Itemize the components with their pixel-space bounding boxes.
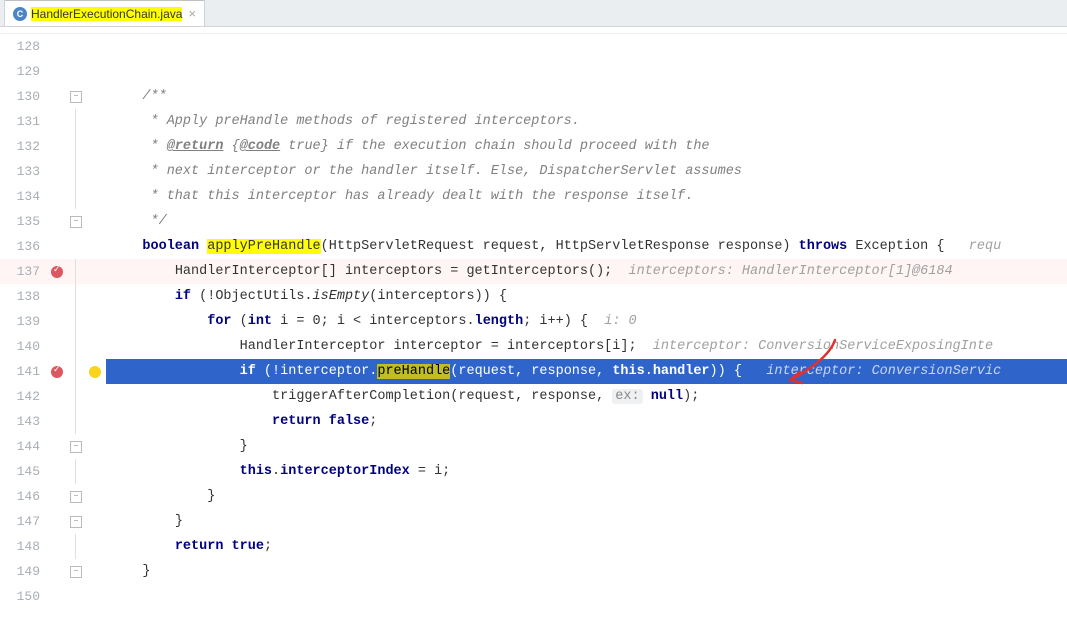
breakpoint-icon[interactable] bbox=[51, 266, 63, 278]
code-line[interactable]: } bbox=[106, 509, 1067, 534]
breakpoint-gutter[interactable] bbox=[46, 559, 68, 584]
line-number: 149 bbox=[0, 559, 46, 584]
breakpoint-gutter[interactable] bbox=[46, 334, 68, 359]
fold-toggle[interactable]: − bbox=[70, 441, 82, 453]
breakpoint-gutter[interactable] bbox=[46, 209, 68, 234]
breakpoint-gutter[interactable] bbox=[46, 459, 68, 484]
code-line[interactable]: } bbox=[106, 559, 1067, 584]
code-line[interactable]: /** bbox=[106, 84, 1067, 109]
line-number: 128 bbox=[0, 34, 46, 59]
line-number: 143 bbox=[0, 409, 46, 434]
line-number: 147 bbox=[0, 509, 46, 534]
line-number: 136 bbox=[0, 234, 46, 259]
breakpoint-gutter[interactable] bbox=[46, 134, 68, 159]
editor-area[interactable]: 128 129 130 − /** 131 * Apply preHandle … bbox=[0, 34, 1067, 609]
code-line[interactable]: * that this interceptor has already deal… bbox=[106, 184, 1067, 209]
breakpoint-gutter[interactable] bbox=[46, 84, 68, 109]
line-number: 140 bbox=[0, 334, 46, 359]
breakpoint-gutter[interactable] bbox=[46, 109, 68, 134]
breakpoint-gutter[interactable] bbox=[46, 234, 68, 259]
breakpoint-gutter[interactable] bbox=[46, 359, 68, 384]
line-number: 133 bbox=[0, 159, 46, 184]
current-execution-line[interactable]: 141 if (!interceptor.preHandle(request, … bbox=[0, 359, 1067, 384]
line-number: 150 bbox=[0, 584, 46, 609]
line-number: 134 bbox=[0, 184, 46, 209]
code-line[interactable]: this.interceptorIndex = i; bbox=[106, 459, 1067, 484]
fold-toggle[interactable]: − bbox=[70, 516, 82, 528]
code-line[interactable]: HandlerInterceptor[] interceptors = getI… bbox=[106, 259, 1067, 284]
line-number: 139 bbox=[0, 309, 46, 334]
code-line[interactable]: if (!interceptor.preHandle(request, resp… bbox=[106, 359, 1067, 384]
breakpoint-gutter[interactable] bbox=[46, 284, 68, 309]
code-line[interactable]: triggerAfterCompletion(request, response… bbox=[106, 384, 1067, 409]
line-number: 138 bbox=[0, 284, 46, 309]
fold-toggle[interactable]: − bbox=[70, 566, 82, 578]
tab-filename: HandlerExecutionChain.java bbox=[31, 7, 182, 21]
inline-debug-hint: interceptor: ConversionServic bbox=[766, 364, 1001, 379]
class-icon: C bbox=[13, 7, 27, 21]
breakpoint-gutter[interactable] bbox=[46, 159, 68, 184]
fold-toggle[interactable]: − bbox=[70, 216, 82, 228]
line-number: 141 bbox=[0, 359, 46, 384]
breakpoint-gutter[interactable] bbox=[46, 584, 68, 609]
code-line[interactable]: } bbox=[106, 434, 1067, 459]
highlight-call: preHandle bbox=[377, 364, 450, 379]
tab-bar: C HandlerExecutionChain.java × bbox=[0, 0, 1067, 27]
code-line[interactable]: HandlerInterceptor interceptor = interce… bbox=[106, 334, 1067, 359]
line-number: 146 bbox=[0, 484, 46, 509]
inline-debug-hint: interceptors: HandlerInterceptor[1]@6184 bbox=[629, 264, 953, 279]
fold-toggle[interactable]: − bbox=[70, 91, 82, 103]
line-number: 129 bbox=[0, 59, 46, 84]
line-number: 145 bbox=[0, 459, 46, 484]
breakpoint-gutter[interactable] bbox=[46, 34, 68, 59]
inline-debug-hint: interceptor: ConversionServiceExposingIn… bbox=[653, 339, 993, 354]
breakpoint-gutter[interactable] bbox=[46, 434, 68, 459]
breakpoint-gutter[interactable] bbox=[46, 59, 68, 84]
line-number: 144 bbox=[0, 434, 46, 459]
code-line[interactable]: return false; bbox=[106, 409, 1067, 434]
code-line[interactable] bbox=[106, 59, 1067, 84]
code-line[interactable]: if (!ObjectUtils.isEmpty(interceptors)) … bbox=[106, 284, 1067, 309]
breakpoint-gutter[interactable] bbox=[46, 509, 68, 534]
line-number: 130 bbox=[0, 84, 46, 109]
line-number: 142 bbox=[0, 384, 46, 409]
code-line[interactable] bbox=[106, 584, 1067, 609]
highlight-method-name: applyPreHandle bbox=[207, 239, 320, 254]
code-line[interactable]: boolean applyPreHandle(HttpServletReques… bbox=[106, 234, 1067, 259]
line-number: 131 bbox=[0, 109, 46, 134]
inline-debug-hint: i: 0 bbox=[604, 314, 636, 329]
code-line[interactable]: * next interceptor or the handler itself… bbox=[106, 159, 1067, 184]
breakpoint-gutter[interactable] bbox=[46, 384, 68, 409]
code-line[interactable]: * Apply preHandle methods of registered … bbox=[106, 109, 1067, 134]
breakpoint-gutter[interactable] bbox=[46, 259, 68, 284]
code-line[interactable]: return true; bbox=[106, 534, 1067, 559]
line-number: 148 bbox=[0, 534, 46, 559]
code-line[interactable]: for (int i = 0; i < interceptors.length;… bbox=[106, 309, 1067, 334]
breakpoint-gutter[interactable] bbox=[46, 309, 68, 334]
code-line[interactable] bbox=[106, 34, 1067, 59]
fold-toggle[interactable]: − bbox=[70, 491, 82, 503]
breakpoint-gutter[interactable] bbox=[46, 534, 68, 559]
breakpoint-gutter[interactable] bbox=[46, 184, 68, 209]
line-number: 135 bbox=[0, 209, 46, 234]
code-line[interactable]: */ bbox=[106, 209, 1067, 234]
breakpoint-gutter[interactable] bbox=[46, 409, 68, 434]
breakpoint-gutter[interactable] bbox=[46, 484, 68, 509]
breakpoint-icon[interactable] bbox=[51, 366, 63, 378]
tab-active[interactable]: C HandlerExecutionChain.java × bbox=[4, 0, 205, 26]
line-number: 132 bbox=[0, 134, 46, 159]
code-line[interactable]: } bbox=[106, 484, 1067, 509]
param-hint: ex: bbox=[612, 389, 642, 404]
line-number: 137 bbox=[0, 259, 46, 284]
close-icon[interactable]: × bbox=[188, 6, 196, 21]
code-line[interactable]: * @return {@code true} if the execution … bbox=[106, 134, 1067, 159]
intention-bulb-icon[interactable] bbox=[89, 366, 101, 378]
